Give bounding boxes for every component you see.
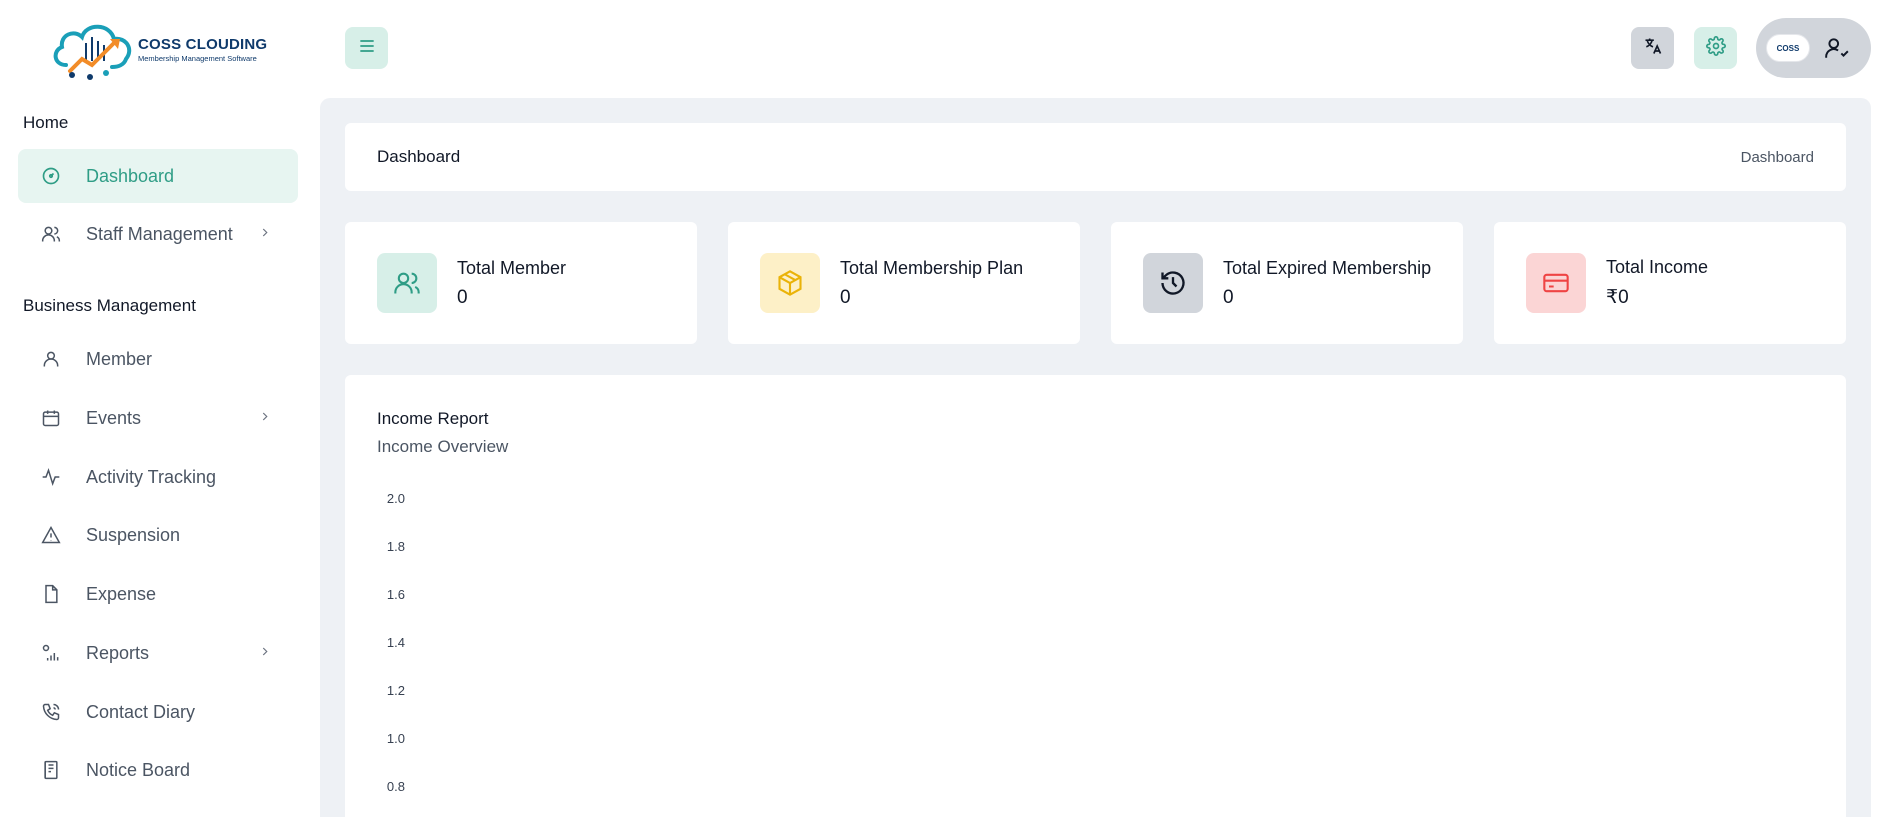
sidebar-item-suspension[interactable]: Suspension (18, 508, 298, 562)
stat-label: Total Membership Plan (840, 257, 1024, 278)
sidebar-item-label: Dashboard (86, 165, 175, 186)
income-report-card: Income Report Income Overview 2.0 1.8 1.6 1… (345, 375, 1846, 817)
stat-card-total-expired-membership: Total Expired Membership 0 (1111, 222, 1463, 344)
sidebar-item-member[interactable]: Member (18, 332, 298, 386)
activity-icon (40, 466, 62, 488)
sidebar: COSS CLOUDING Membership Management Soft… (0, 0, 320, 817)
stat-card-total-member: Total Member 0 (345, 222, 697, 344)
stat-value: ₹0 (1606, 287, 1629, 308)
calendar-icon (40, 407, 62, 429)
breadcrumb[interactable]: Dashboard (1741, 149, 1814, 166)
file-icon (40, 583, 62, 605)
section-title-home: Home (23, 113, 69, 132)
user-icon (40, 348, 62, 370)
section-title-business: Business Management (23, 296, 196, 315)
y-tick-label: 0.8 (387, 779, 405, 794)
translate-button[interactable] (1631, 27, 1674, 69)
sidebar-item-label: Contact Diary (86, 701, 196, 722)
y-tick-label: 1.8 (387, 539, 405, 554)
users-icon (377, 253, 437, 313)
sidebar-item-activity-tracking[interactable]: Activity Tracking (18, 450, 298, 504)
page-header-card: Dashboard Dashboard (345, 123, 1846, 191)
user-check-icon (1824, 35, 1850, 61)
warning-icon (40, 524, 62, 546)
y-tick-label: 1.4 (387, 635, 405, 650)
reports-icon (40, 642, 62, 664)
brand-logo[interactable]: COSS CLOUDING Membership Management Soft… (48, 14, 278, 84)
chevron-right-icon (258, 224, 272, 245)
sidebar-item-label: Reports (86, 642, 150, 663)
phone-icon (40, 701, 62, 723)
sidebar-item-label: Notice Board (86, 759, 191, 780)
sidebar-item-label: Member (86, 348, 153, 369)
sidebar-item-label: Activity Tracking (86, 466, 217, 487)
sidebar-item-expense[interactable]: Expense (18, 567, 298, 621)
history-icon (1143, 253, 1203, 313)
sidebar-item-contact-diary[interactable]: Contact Diary (18, 685, 298, 739)
y-tick-label: 1.0 (387, 731, 405, 746)
y-tick-label: 2.0 (387, 491, 405, 506)
y-tick-label: 1.2 (387, 683, 405, 698)
sidebar-item-staff-management[interactable]: Staff Management (18, 207, 298, 261)
income-chart: 2.0 1.8 1.6 1.4 1.2 1.0 0.8 (387, 491, 405, 794)
brand-subtitle: Membership Management Software (138, 53, 257, 63)
stat-label: Total Income (1606, 257, 1709, 277)
stat-value: 0 (840, 286, 851, 308)
app-root: COSS CLOUDING Membership Management Soft… (0, 0, 1890, 817)
stat-label: Total Member (457, 257, 567, 278)
sidebar-item-events[interactable]: Events (18, 391, 298, 445)
notice-icon (40, 759, 62, 781)
stat-card-total-membership-plan: Total Membership Plan 0 (728, 222, 1080, 344)
stat-label: Total Expired Membership (1223, 257, 1432, 278)
credit-card-icon (1526, 253, 1586, 313)
y-tick-label: 1.6 (387, 587, 405, 602)
stat-card-total-income: Total Income ₹0 (1494, 222, 1846, 344)
hamburger-icon (357, 36, 377, 61)
sidebar-item-label: Staff Management (86, 223, 233, 244)
brand-title: COSS CLOUDING (138, 35, 268, 53)
chevron-right-icon (258, 643, 272, 664)
dashboard-icon (40, 165, 62, 187)
sidebar-item-label: Expense (86, 583, 157, 604)
package-icon (760, 253, 820, 313)
cloud-logo-icon (53, 24, 132, 80)
sidebar-item-dashboard[interactable]: Dashboard (18, 149, 298, 203)
page-title: Dashboard (377, 147, 461, 166)
sidebar-item-reports[interactable]: Reports (18, 626, 298, 680)
sidebar-item-notice-board[interactable]: Notice Board (18, 743, 298, 797)
gear-icon (1705, 35, 1726, 61)
translate-icon (1643, 36, 1663, 61)
sidebar-item-label: Events (86, 407, 142, 428)
profile-menu-button[interactable]: COSS (1756, 18, 1871, 78)
users-icon (40, 223, 62, 245)
main-content: Dashboard Dashboard Total Member 0 Total… (320, 98, 1871, 817)
chevron-right-icon (258, 408, 272, 429)
avatar: COSS (1766, 34, 1810, 62)
sidebar-item-label: Suspension (86, 524, 181, 545)
menu-toggle-button[interactable] (345, 27, 388, 69)
settings-button[interactable] (1694, 27, 1737, 69)
stat-value: 0 (1223, 286, 1234, 308)
stat-value: 0 (457, 286, 468, 308)
